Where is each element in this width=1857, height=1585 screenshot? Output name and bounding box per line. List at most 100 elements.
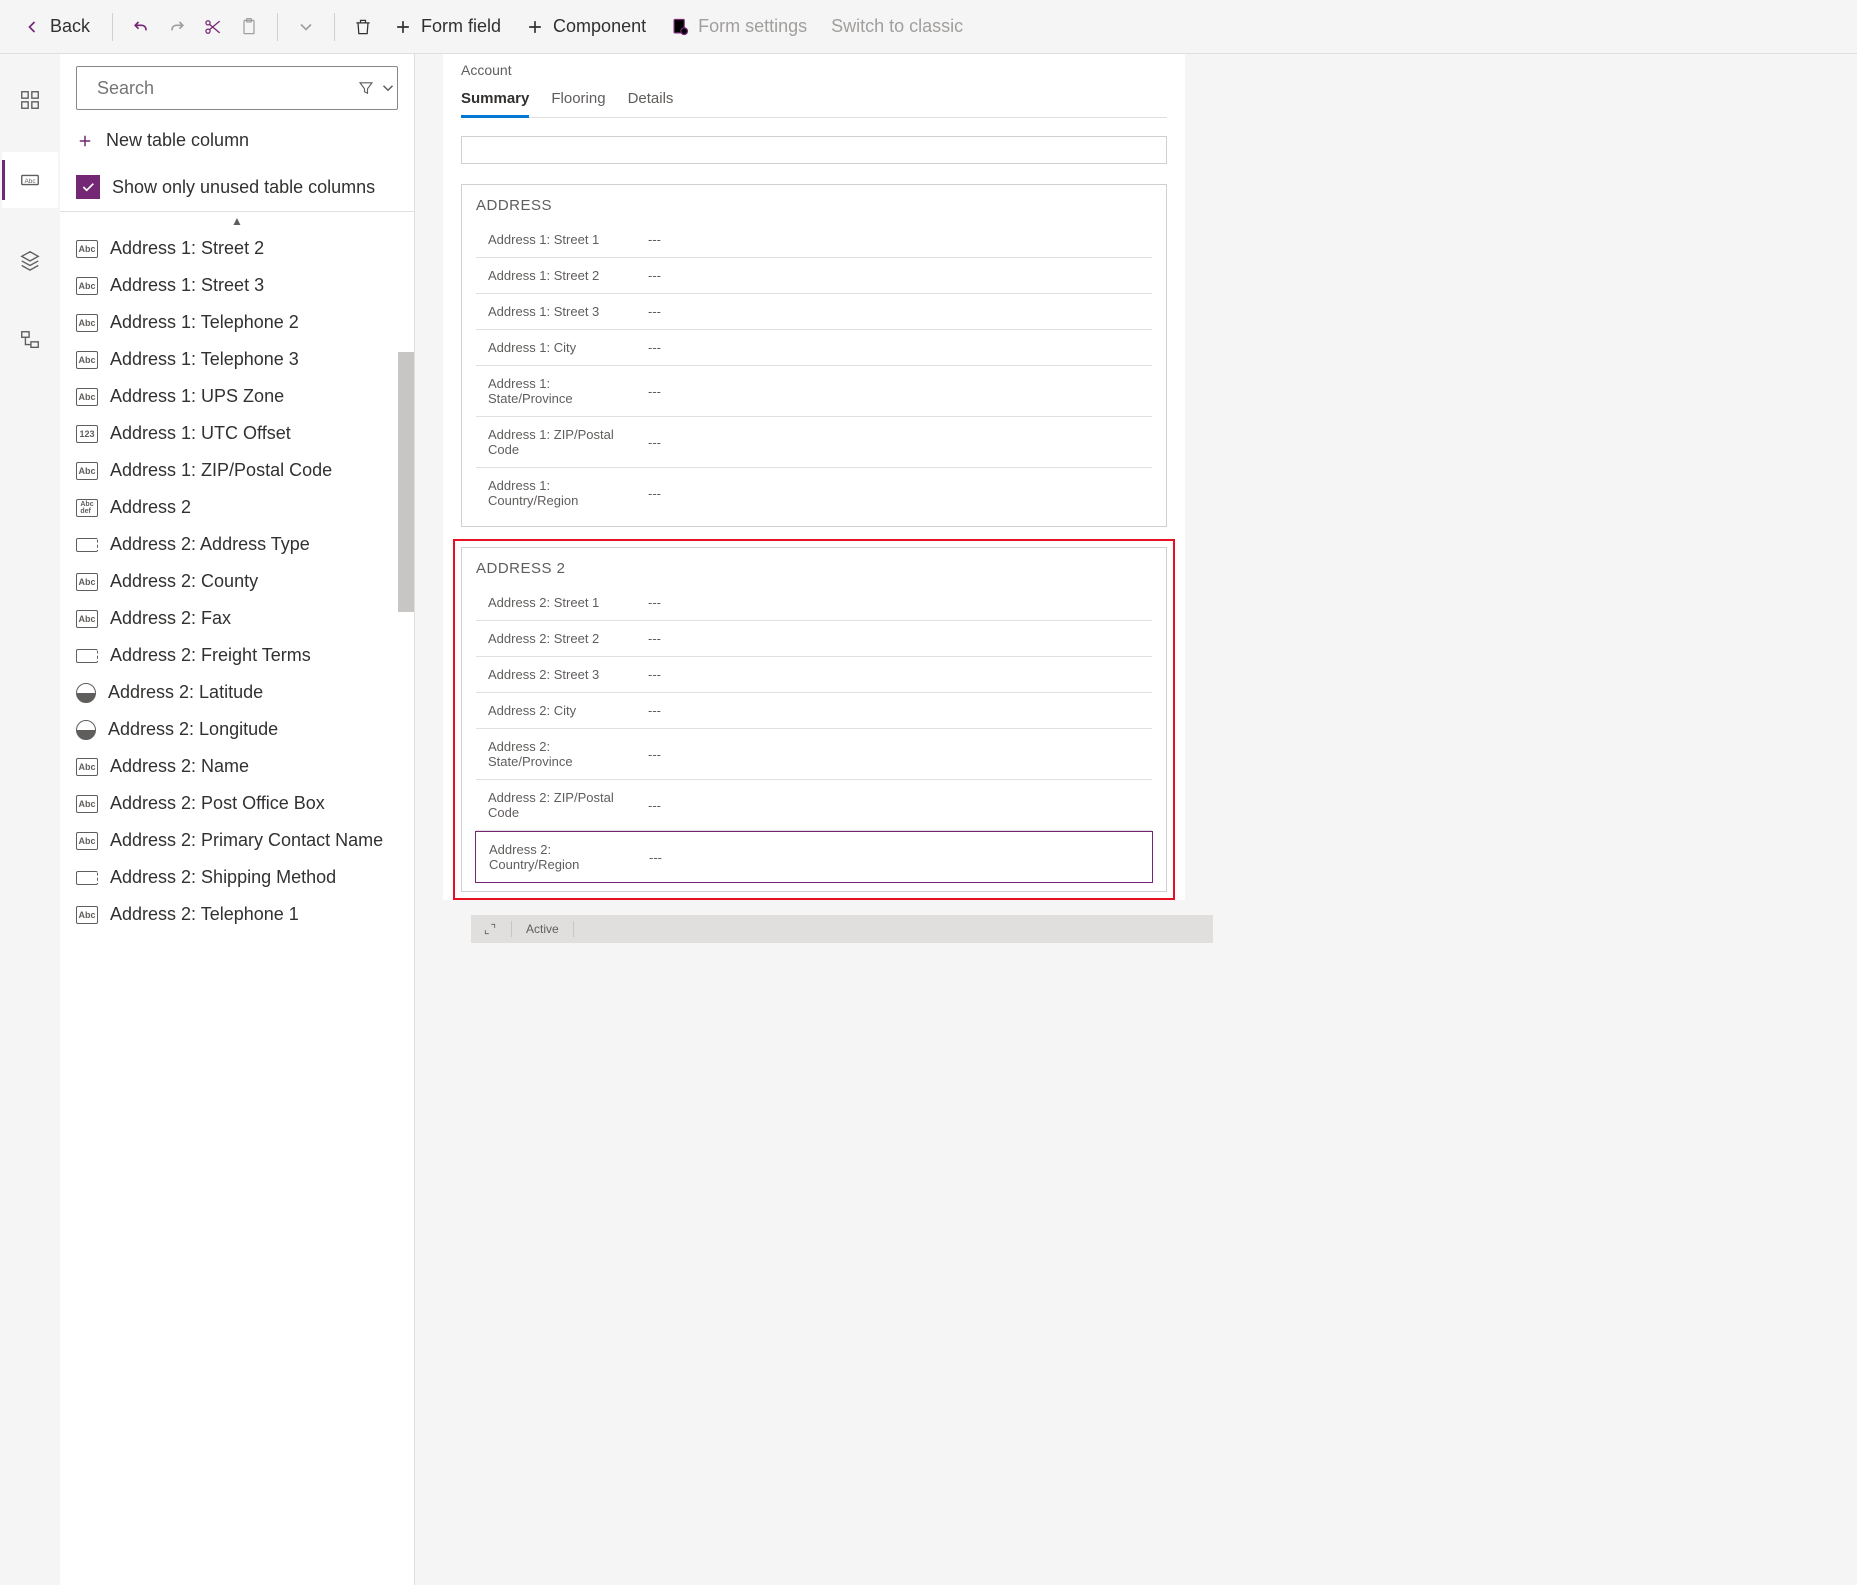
form-field-row[interactable]: Address 1: City---	[476, 330, 1152, 366]
rail-tree[interactable]	[2, 312, 58, 368]
column-label: Address 2: Post Office Box	[110, 793, 325, 814]
column-item[interactable]: AbcAddress 1: Street 2	[60, 230, 414, 267]
address-section[interactable]: ADDRESS Address 1: Street 1---Address 1:…	[461, 184, 1167, 527]
column-item[interactable]: AbcAddress 1: UPS Zone	[60, 378, 414, 415]
separator	[573, 921, 574, 937]
form-canvas: Account SummaryFlooringDetails ADDRESS A…	[415, 54, 1857, 1585]
form-field-row[interactable]: Address 2: State/Province---	[476, 729, 1152, 780]
back-button[interactable]: Back	[12, 10, 100, 43]
form-field-row[interactable]: Address 2: Country/Region---	[475, 831, 1153, 883]
column-item[interactable]: AbcAddress 1: ZIP/Postal Code	[60, 452, 414, 489]
scrollbar-thumb[interactable]	[398, 352, 414, 612]
rail-columns[interactable]: Abc	[2, 152, 58, 208]
trash-icon	[353, 17, 373, 37]
switch-classic-button[interactable]: Switch to classic	[821, 10, 973, 43]
new-column-button[interactable]: New table column	[60, 118, 414, 163]
address2-section[interactable]: ADDRESS 2 Address 2: Street 1---Address …	[461, 547, 1167, 892]
arrow-left-icon	[22, 17, 42, 37]
option-type-icon	[76, 871, 98, 885]
section-title: ADDRESS 2	[476, 560, 1152, 577]
form-field-row[interactable]: Address 1: Street 3---	[476, 294, 1152, 330]
form-field-row[interactable]: Address 1: Country/Region---	[476, 468, 1152, 518]
form-settings-button[interactable]: Form settings	[660, 10, 817, 43]
column-item[interactable]: Address 2: Latitude	[60, 674, 414, 711]
column-item[interactable]: AbcAddress 1: Telephone 2	[60, 304, 414, 341]
form-field-row[interactable]: Address 1: ZIP/Postal Code---	[476, 417, 1152, 468]
status-state: Active	[526, 922, 559, 936]
column-label: Address 2	[110, 497, 191, 518]
plus-icon	[525, 17, 545, 37]
add-form-field-button[interactable]: Form field	[383, 10, 511, 43]
field-value: ---	[648, 747, 661, 762]
tab-flooring[interactable]: Flooring	[551, 84, 605, 117]
column-item[interactable]: Abc Address 1: Street 3	[60, 267, 414, 304]
field-label: Address 2: ZIP/Postal Code	[488, 790, 628, 820]
form-field-row[interactable]: Address 2: ZIP/Postal Code---	[476, 780, 1152, 831]
checkbox-checked-icon	[76, 175, 100, 199]
delete-button[interactable]	[347, 11, 379, 43]
column-item[interactable]: Address 2: Freight Terms	[60, 637, 414, 674]
column-list[interactable]: ▲ AbcAddress 1: Street 2AbcAddress 1: St…	[60, 211, 414, 1585]
svg-text:Abc: Abc	[25, 178, 37, 185]
column-label: Address 1: ZIP/Postal Code	[110, 460, 332, 481]
filter-button[interactable]	[357, 79, 397, 97]
column-item[interactable]: AbcAddress 2: County	[60, 563, 414, 600]
redo-button[interactable]	[161, 11, 193, 43]
float-type-icon	[76, 720, 96, 740]
form-field-row[interactable]: Address 2: Street 3---	[476, 657, 1152, 693]
expand-icon[interactable]	[483, 922, 497, 936]
tab-details[interactable]: Details	[628, 84, 674, 117]
layers-icon	[19, 249, 41, 271]
column-label: Address 2: Telephone 1	[110, 904, 299, 925]
column-item[interactable]: AbcAddress 1: Telephone 3	[60, 341, 414, 378]
form-field-row[interactable]: Address 2: Street 1---	[476, 585, 1152, 621]
column-item[interactable]: AbcdefAddress 2	[60, 489, 414, 526]
column-item[interactable]: AbcAddress 2: Post Office Box	[60, 785, 414, 822]
cut-button[interactable]	[197, 11, 229, 43]
scroll-up-indicator[interactable]: ▲	[60, 212, 414, 230]
paste-button[interactable]	[233, 11, 265, 43]
column-label: Address 1: UTC Offset	[110, 423, 291, 444]
plus-icon	[393, 17, 413, 37]
column-label: Address 2: Shipping Method	[110, 867, 336, 888]
column-item[interactable]: Address 2: Shipping Method	[60, 859, 414, 896]
form-field-row[interactable]: Address 1: Street 1---	[476, 222, 1152, 258]
grid-icon	[19, 89, 41, 111]
field-value: ---	[648, 268, 661, 283]
search-box[interactable]	[76, 66, 398, 110]
column-label: Address 2: Fax	[110, 608, 231, 629]
column-item[interactable]: Address 2: Address Type	[60, 526, 414, 563]
component-label: Component	[553, 16, 646, 37]
field-value: ---	[648, 304, 661, 319]
new-column-label: New table column	[106, 130, 249, 151]
form-field-row[interactable]: Address 2: Street 2---	[476, 621, 1152, 657]
text-type-icon: Abc	[76, 277, 98, 295]
field-value: ---	[648, 667, 661, 682]
column-item[interactable]: Address 2: Longitude	[60, 711, 414, 748]
column-label: Address 1: Street 2	[110, 238, 264, 259]
field-label: Address 1: Country/Region	[488, 478, 628, 508]
text-type-icon: Abc	[76, 573, 98, 591]
form-field-row[interactable]: Address 2: City---	[476, 693, 1152, 729]
field-value: ---	[648, 384, 661, 399]
column-item[interactable]: AbcAddress 2: Primary Contact Name	[60, 822, 414, 859]
search-input[interactable]	[97, 78, 329, 99]
show-unused-toggle[interactable]: Show only unused table columns	[60, 163, 414, 211]
dropdown-button[interactable]	[290, 11, 322, 43]
empty-section[interactable]	[461, 136, 1167, 164]
rail-layers[interactable]	[2, 232, 58, 288]
column-label: Address 1: Street 3	[110, 275, 264, 296]
switch-classic-label: Switch to classic	[831, 16, 963, 37]
column-item[interactable]: 123Address 1: UTC Offset	[60, 415, 414, 452]
column-item[interactable]: AbcAddress 2: Fax	[60, 600, 414, 637]
form-field-row[interactable]: Address 1: State/Province---	[476, 366, 1152, 417]
column-item[interactable]: AbcAddress 2: Name	[60, 748, 414, 785]
column-item[interactable]: AbcAddress 2: Telephone 1	[60, 896, 414, 933]
section-title: ADDRESS	[476, 197, 1152, 214]
add-component-button[interactable]: Component	[515, 10, 656, 43]
rail-components[interactable]	[2, 72, 58, 128]
text-field-icon: Abc	[19, 169, 41, 191]
form-field-row[interactable]: Address 1: Street 2---	[476, 258, 1152, 294]
undo-button[interactable]	[125, 11, 157, 43]
tab-summary[interactable]: Summary	[461, 84, 529, 117]
